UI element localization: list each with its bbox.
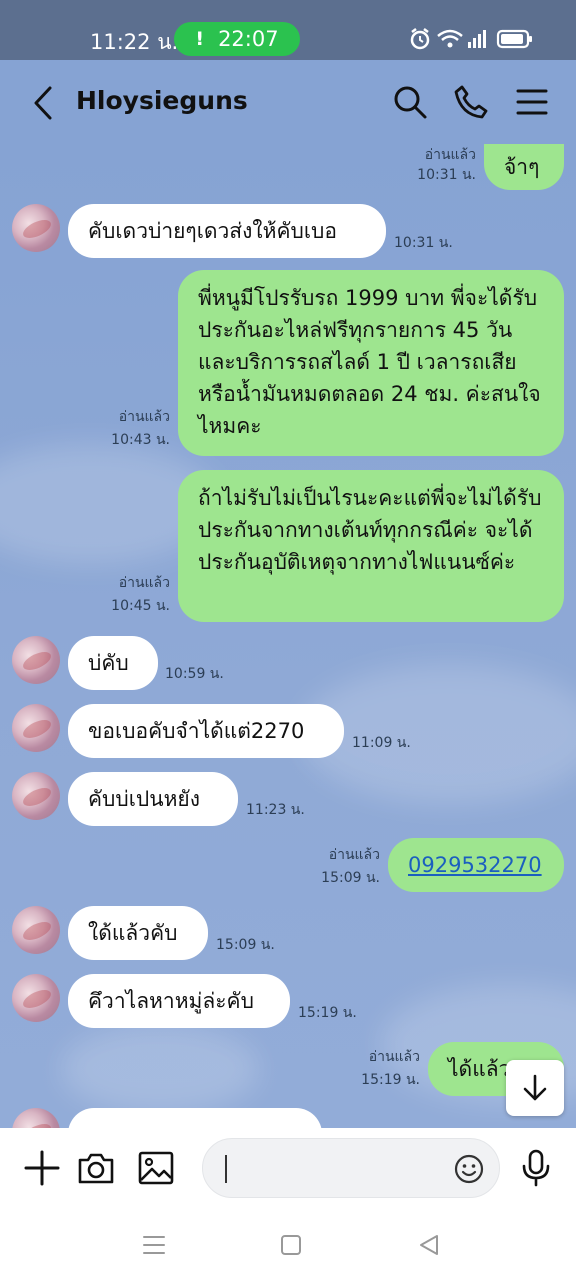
message-time: 10:31 น.	[417, 167, 476, 183]
incoming-message[interactable]	[68, 1108, 322, 1128]
contact-name[interactable]: Hloysieguns	[76, 86, 248, 115]
incoming-message[interactable]: บ่คับ	[68, 636, 158, 690]
message-time: 15:19 น.	[298, 1005, 357, 1021]
message-text: จ้าๆ	[504, 155, 540, 179]
phone-icon[interactable]	[453, 84, 489, 120]
incoming-message[interactable]: คับเดวบ่ายๆเดวส่งให้คับเบอ	[68, 204, 386, 258]
message-text: ใด้แล้วคับ	[88, 921, 178, 945]
read-receipt: อ่านแล้ว	[118, 575, 170, 591]
signal-icon	[468, 30, 486, 48]
message-text: คับบ่เปนหยัง	[88, 787, 200, 811]
contact-avatar[interactable]	[12, 636, 60, 684]
outgoing-message[interactable]: จ้าๆ	[484, 144, 564, 190]
incoming-message[interactable]: คึวาไลหาหมู่ล่ะคับ	[68, 974, 290, 1028]
image-icon[interactable]	[136, 1148, 176, 1188]
message-text: คับเดวบ่ายๆเดวส่งให้คับเบอ	[88, 219, 337, 243]
message-text: ขอเบอคับจำได้แต่2270	[88, 719, 305, 743]
ongoing-call-pill[interactable]: ! 22:07	[174, 22, 300, 56]
plus-icon[interactable]	[22, 1148, 62, 1188]
alarm-icon	[410, 28, 430, 50]
message-input-bar	[0, 1128, 576, 1208]
message-time: 11:23 น.	[246, 802, 305, 818]
scroll-to-bottom-button[interactable]	[506, 1060, 564, 1116]
call-indicator: !	[195, 28, 205, 50]
read-receipt: อ่านแล้ว	[368, 1049, 420, 1065]
message-time: 11:09 น.	[352, 735, 411, 751]
system-navigation-bar	[0, 1208, 576, 1280]
status-icons	[410, 28, 532, 50]
mic-icon[interactable]	[516, 1148, 556, 1188]
incoming-message[interactable]: ใด้แล้วคับ	[68, 906, 208, 960]
back-icon[interactable]	[28, 84, 58, 122]
camera-icon[interactable]	[76, 1148, 116, 1188]
message-time: 15:09 น.	[216, 937, 275, 953]
contact-avatar[interactable]	[12, 906, 60, 954]
status-time: 11:22 น.	[90, 30, 179, 54]
message-input[interactable]	[202, 1138, 500, 1198]
message-text: บ่คับ	[88, 651, 129, 675]
message-time: 15:09 น.	[321, 870, 380, 886]
wifi-icon	[437, 29, 463, 48]
contact-avatar[interactable]	[12, 974, 60, 1022]
chat-header: Hloysieguns	[0, 60, 576, 144]
message-text: คึวาไลหาหมู่ล่ะคับ	[88, 989, 254, 1013]
message-time: 10:59 น.	[165, 666, 224, 682]
message-text: พี่หนูมีโปรรับรถ 1999 บาท พี่จะได้รับประ…	[198, 286, 541, 438]
incoming-message[interactable]: คับบ่เปนหยัง	[68, 772, 238, 826]
menu-icon[interactable]	[514, 84, 550, 120]
message-time: 10:45 น.	[111, 598, 170, 614]
contact-avatar[interactable]	[12, 704, 60, 752]
arrow-down-icon	[523, 1074, 547, 1101]
home-icon[interactable]	[278, 1232, 304, 1258]
message-time: 10:31 น.	[394, 235, 453, 251]
nav-back-icon[interactable]	[416, 1232, 442, 1258]
message-time: 10:43 น.	[111, 432, 170, 448]
read-receipt: อ่านแล้ว	[328, 847, 380, 863]
text-caret	[225, 1155, 227, 1183]
outgoing-message[interactable]: พี่หนูมีโปรรับรถ 1999 บาท พี่จะได้รับประ…	[178, 270, 564, 456]
read-receipt: อ่านแล้ว	[424, 147, 476, 163]
search-icon[interactable]	[392, 84, 428, 120]
call-timer: 22:07	[218, 27, 279, 51]
recent-apps-icon[interactable]	[141, 1232, 167, 1258]
status-bar: 11:22 น. ! 22:07	[0, 0, 576, 60]
contact-avatar[interactable]	[12, 1108, 60, 1128]
chat-area[interactable]: อ่านแล้ว 10:31 น. จ้าๆ คับเดวบ่ายๆเดวส่ง…	[0, 144, 576, 1128]
message-text: ถ้าไม่รับไม่เป็นไรนะคะแต่พี่จะไม่ได้รับป…	[198, 486, 542, 574]
contact-avatar[interactable]	[12, 204, 60, 252]
message-time: 15:19 น.	[361, 1072, 420, 1088]
emoji-icon[interactable]	[453, 1153, 485, 1185]
message-text: ได้แล้ว	[448, 1057, 511, 1081]
contact-avatar[interactable]	[12, 772, 60, 820]
outgoing-message[interactable]: ถ้าไม่รับไม่เป็นไรนะคะแต่พี่จะไม่ได้รับป…	[178, 470, 564, 622]
battery-icon	[496, 29, 532, 49]
outgoing-message[interactable]: 0929532270	[388, 838, 564, 892]
phone-number-link[interactable]: 0929532270	[408, 849, 542, 881]
incoming-message[interactable]: ขอเบอคับจำได้แต่2270	[68, 704, 344, 758]
read-receipt: อ่านแล้ว	[118, 409, 170, 425]
